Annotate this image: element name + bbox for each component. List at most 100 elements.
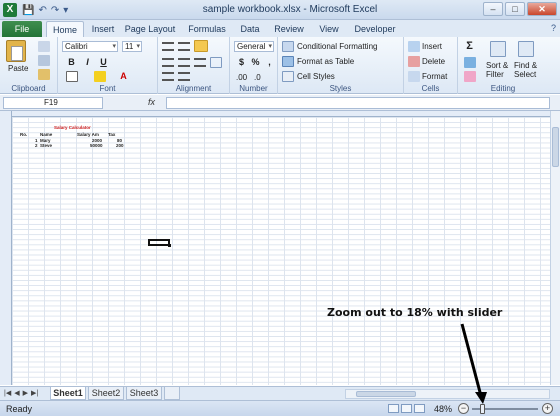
copy-icon[interactable] [38,55,50,66]
insert-sheet-icon[interactable] [164,387,180,400]
tab-view[interactable]: View [316,21,342,37]
delete-button[interactable]: Delete [422,57,445,66]
cell-row2-name[interactable]: Steve [40,143,52,148]
page-break-view-icon[interactable] [414,404,425,413]
tab-developer[interactable]: Developer [352,21,398,37]
insert-button[interactable]: Insert [422,42,442,51]
align-right-icon[interactable] [194,58,206,67]
sheet-title-cell[interactable]: Salary Calculator [54,125,91,130]
help-icon[interactable]: ? [551,23,556,33]
autosum-icon[interactable]: Σ [464,41,475,52]
normal-view-icon[interactable] [388,404,399,413]
find-button-label[interactable]: Find & [514,61,537,70]
prev-sheet-icon[interactable]: ◀ [14,389,19,397]
bold-button[interactable]: B [66,57,77,68]
paste-button-label[interactable]: Paste [8,64,28,73]
italic-button[interactable]: I [82,57,93,68]
horizontal-scroll-thumb[interactable] [356,391,416,397]
currency-button[interactable]: $ [236,57,247,68]
wrap-text-icon[interactable] [194,40,208,52]
percent-button[interactable]: % [250,57,261,68]
zoom-percentage[interactable]: 48% [434,404,452,414]
close-button[interactable]: ✕ [527,2,557,16]
save-icon[interactable]: 💾 [22,5,34,16]
header-cell-salary[interactable]: Salary Am [77,132,99,137]
header-cell-name[interactable]: Name [40,132,52,137]
group-label-font: Font [99,84,116,93]
align-center-icon[interactable] [178,58,190,67]
last-sheet-icon[interactable]: ▶| [31,389,38,397]
tab-formulas[interactable]: Formulas [186,21,228,37]
sheet-tab-sheet2[interactable]: Sheet2 [88,387,124,400]
group-alignment: Alignment [158,37,230,94]
vertical-scroll-thumb[interactable] [552,127,559,167]
header-cell-no[interactable]: Ro. [20,132,27,137]
vertical-scrollbar[interactable] [550,111,560,385]
formula-input[interactable] [166,97,550,109]
underline-button[interactable]: U [98,57,109,68]
format-button[interactable]: Format [422,72,447,81]
fx-icon[interactable]: fx [148,97,155,107]
paste-icon[interactable] [6,40,26,62]
conditional-formatting-button[interactable]: Conditional Formatting [297,42,377,51]
page-layout-view-icon[interactable] [401,404,412,413]
excel-app-icon[interactable]: X [3,3,17,17]
decrease-indent-icon[interactable] [162,72,174,81]
merge-center-icon[interactable] [210,57,222,68]
font-color-icon[interactable]: A [118,71,129,82]
redo-icon[interactable]: ↷ [51,5,59,16]
sheet-tab-sheet3[interactable]: Sheet3 [126,387,162,400]
fill-icon[interactable] [464,57,476,68]
borders-icon[interactable] [66,71,78,82]
cell-styles-button[interactable]: Cell Styles [297,72,335,81]
maximize-button[interactable]: □ [505,2,525,16]
number-format-combo[interactable]: General [234,41,274,52]
cell-grid[interactable] [12,117,550,385]
increase-indent-icon[interactable] [178,72,190,81]
zoom-slider-thumb[interactable] [480,404,485,414]
cut-icon[interactable] [38,41,50,52]
cell-row2-salary[interactable]: 50000 [90,143,103,148]
format-painter-icon[interactable] [38,69,50,80]
increase-decimal-button[interactable]: .00 [236,73,247,82]
tab-home[interactable]: Home [46,21,84,37]
group-font: Calibri 11 B I U A Font [58,37,158,94]
decrease-decimal-button[interactable]: .0 [254,73,261,82]
cell-row2-tax[interactable]: 200 [116,143,124,148]
name-box[interactable]: F19 [3,97,103,109]
align-middle-icon[interactable] [178,42,190,51]
binoculars-icon[interactable] [518,41,534,57]
comma-button[interactable]: , [264,57,275,68]
align-top-icon[interactable] [162,42,174,51]
row-headers[interactable] [0,111,12,385]
fill-color-icon[interactable] [94,71,106,82]
customize-qat-icon[interactable]: ▾ [63,5,68,16]
font-size-combo[interactable]: 11 [122,41,142,52]
format-as-table-button[interactable]: Format as Table [297,57,354,66]
zoom-in-button[interactable]: + [542,403,553,414]
horizontal-scrollbar[interactable] [345,389,550,399]
zoom-out-button[interactable]: − [458,403,469,414]
font-name-combo[interactable]: Calibri [62,41,118,52]
first-sheet-icon[interactable]: |◀ [4,389,11,397]
tab-review[interactable]: Review [272,21,306,37]
next-sheet-icon[interactable]: ▶ [23,389,28,397]
minimize-button[interactable]: – [483,2,503,16]
active-cell-f19[interactable] [148,239,171,247]
tab-file[interactable]: File [2,21,42,37]
tab-data[interactable]: Data [236,21,264,37]
header-cell-tax[interactable]: Tax [108,132,115,137]
tab-page-layout[interactable]: Page Layout [124,21,176,37]
cell-row2-no[interactable]: 2 [35,143,38,148]
sort-button-label[interactable]: Sort & [486,61,508,70]
tab-insert[interactable]: Insert [88,21,118,37]
undo-icon[interactable]: ↶ [38,5,46,16]
filter-button-label[interactable]: Filter [486,70,504,79]
select-button-label[interactable]: Select [514,70,536,79]
clear-icon[interactable] [464,71,476,82]
sheet-tab-sheet1[interactable]: Sheet1 [50,387,86,400]
align-left-icon[interactable] [162,58,174,67]
formula-bar: F19 fx [0,95,560,111]
sort-filter-icon[interactable] [490,41,506,57]
worksheet-grid[interactable]: Salary Calculator Ro. Name Salary Am Tax… [0,111,550,385]
